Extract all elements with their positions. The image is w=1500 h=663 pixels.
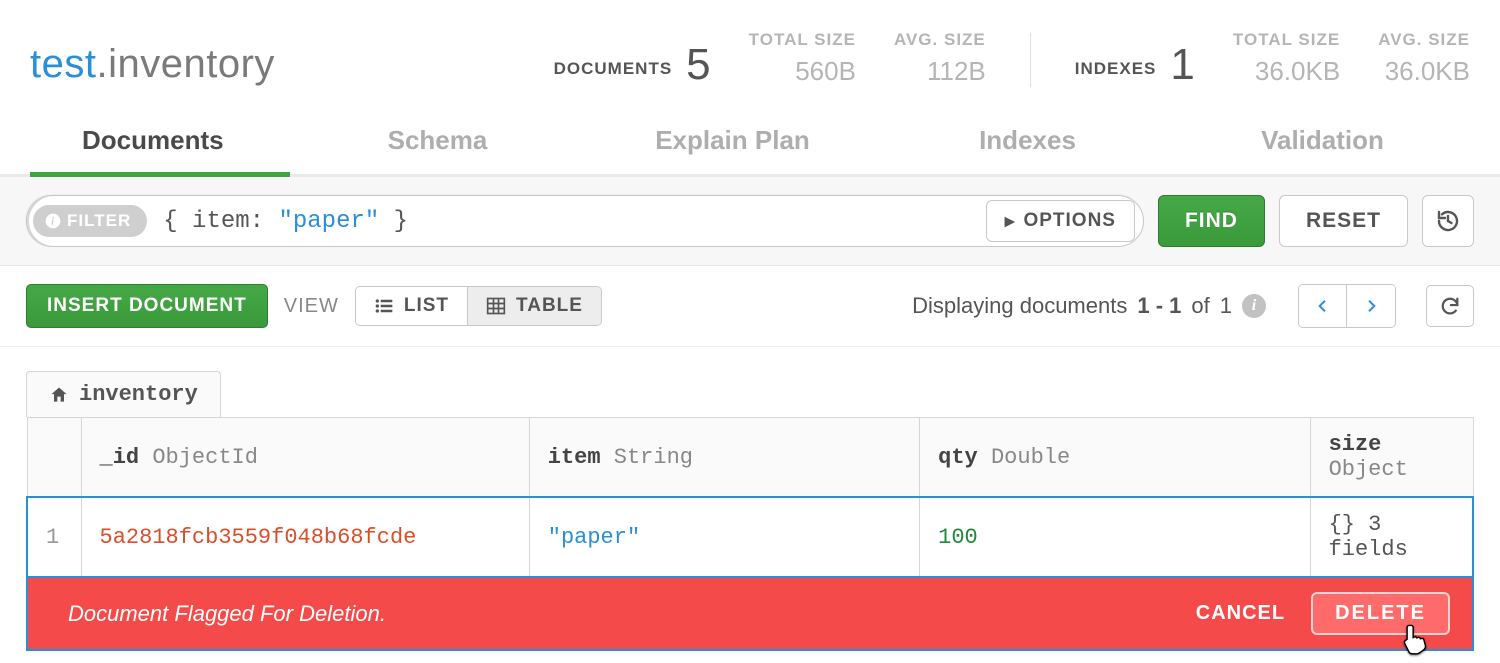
history-icon	[1436, 209, 1460, 233]
next-page-button[interactable]	[1347, 285, 1395, 327]
doc-total-size-label: TOTAL SIZE	[749, 30, 856, 50]
header-stats: DOCUMENTS 5 TOTAL SIZE 560B AVG. SIZE 11…	[554, 30, 1470, 87]
prev-page-button[interactable]	[1299, 285, 1347, 327]
history-button[interactable]	[1422, 195, 1474, 247]
cell-qty: 100	[920, 497, 1310, 577]
chevron-right-icon	[1363, 298, 1379, 314]
table-header-row: _id ObjectId item String qty Double size…	[27, 418, 1473, 498]
idx-total-size-value: 36.0KB	[1233, 56, 1340, 87]
delete-confirm-bar: Document Flagged For Deletion. CANCEL DE…	[26, 578, 1474, 651]
doc-avg-size-value: 112B	[894, 56, 986, 87]
list-icon	[374, 296, 394, 316]
indexes-value: 1	[1170, 43, 1194, 87]
view-table-button[interactable]: TABLE	[468, 287, 601, 325]
refresh-button[interactable]	[1426, 285, 1474, 327]
reset-button[interactable]: RESET	[1279, 195, 1408, 247]
documents-value: 5	[686, 43, 710, 87]
cell-item: "paper"	[529, 497, 919, 577]
refresh-icon	[1439, 295, 1461, 317]
documents-label: DOCUMENTS	[554, 59, 673, 87]
tab-indexes[interactable]: Indexes	[880, 111, 1175, 174]
delete-button[interactable]: DELETE	[1311, 592, 1450, 635]
documents-table: _id ObjectId item String qty Double size…	[26, 417, 1474, 578]
db-name: test	[30, 42, 96, 86]
paging-text: Displaying documents 1 - 1 of 1 i	[912, 293, 1266, 319]
col-id[interactable]: _id ObjectId	[81, 418, 529, 498]
idx-total-size-label: TOTAL SIZE	[1233, 30, 1340, 50]
col-item[interactable]: item String	[529, 418, 919, 498]
view-list-button[interactable]: LIST	[356, 287, 468, 325]
tab-validation[interactable]: Validation	[1175, 111, 1470, 174]
tab-strip: Documents Schema Explain Plan Indexes Va…	[0, 111, 1500, 177]
breadcrumb-tab[interactable]: inventory	[26, 371, 221, 417]
info-icon[interactable]: i	[1242, 294, 1266, 318]
col-size[interactable]: size Object	[1310, 418, 1473, 498]
filter-input[interactable]: i FILTER { item: "paper" } ▸ OPTIONS	[26, 195, 1144, 247]
doc-avg-size-label: AVG. SIZE	[894, 30, 986, 50]
collection-name: inventory	[108, 42, 275, 86]
delete-message: Document Flagged For Deletion.	[68, 601, 386, 627]
options-button[interactable]: ▸ OPTIONS	[986, 200, 1135, 242]
table-row[interactable]: 1 5a2818fcb3559f048b68fcde "paper" 100 {…	[27, 497, 1473, 577]
row-number: 1	[27, 497, 81, 577]
view-toggle: LIST TABLE	[355, 286, 602, 326]
cell-id: 5a2818fcb3559f048b68fcde	[81, 497, 529, 577]
tab-documents[interactable]: Documents	[30, 111, 290, 174]
tab-explain[interactable]: Explain Plan	[585, 111, 880, 174]
idx-avg-size-label: AVG. SIZE	[1378, 30, 1470, 50]
find-button[interactable]: FIND	[1158, 195, 1265, 247]
tab-schema[interactable]: Schema	[290, 111, 585, 174]
indexes-label: INDEXES	[1075, 59, 1157, 87]
filter-query[interactable]: { item: "paper" }	[147, 208, 408, 235]
doc-total-size-value: 560B	[749, 56, 856, 87]
chevron-left-icon	[1315, 298, 1331, 314]
cell-size: {} 3 fields	[1310, 497, 1473, 577]
filter-pill: i FILTER	[33, 205, 147, 237]
view-label: VIEW	[284, 295, 339, 318]
page-nav	[1298, 284, 1396, 328]
col-qty[interactable]: qty Double	[920, 418, 1310, 498]
home-icon	[49, 385, 69, 405]
cancel-button[interactable]: CANCEL	[1196, 602, 1285, 625]
info-icon: i	[45, 213, 61, 229]
svg-text:i: i	[51, 216, 55, 227]
caret-right-icon: ▸	[1005, 210, 1016, 233]
table-icon	[486, 296, 506, 316]
namespace-title: test.inventory	[30, 42, 275, 87]
idx-avg-size-value: 36.0KB	[1378, 56, 1470, 87]
insert-document-button[interactable]: INSERT DOCUMENT	[26, 284, 268, 328]
